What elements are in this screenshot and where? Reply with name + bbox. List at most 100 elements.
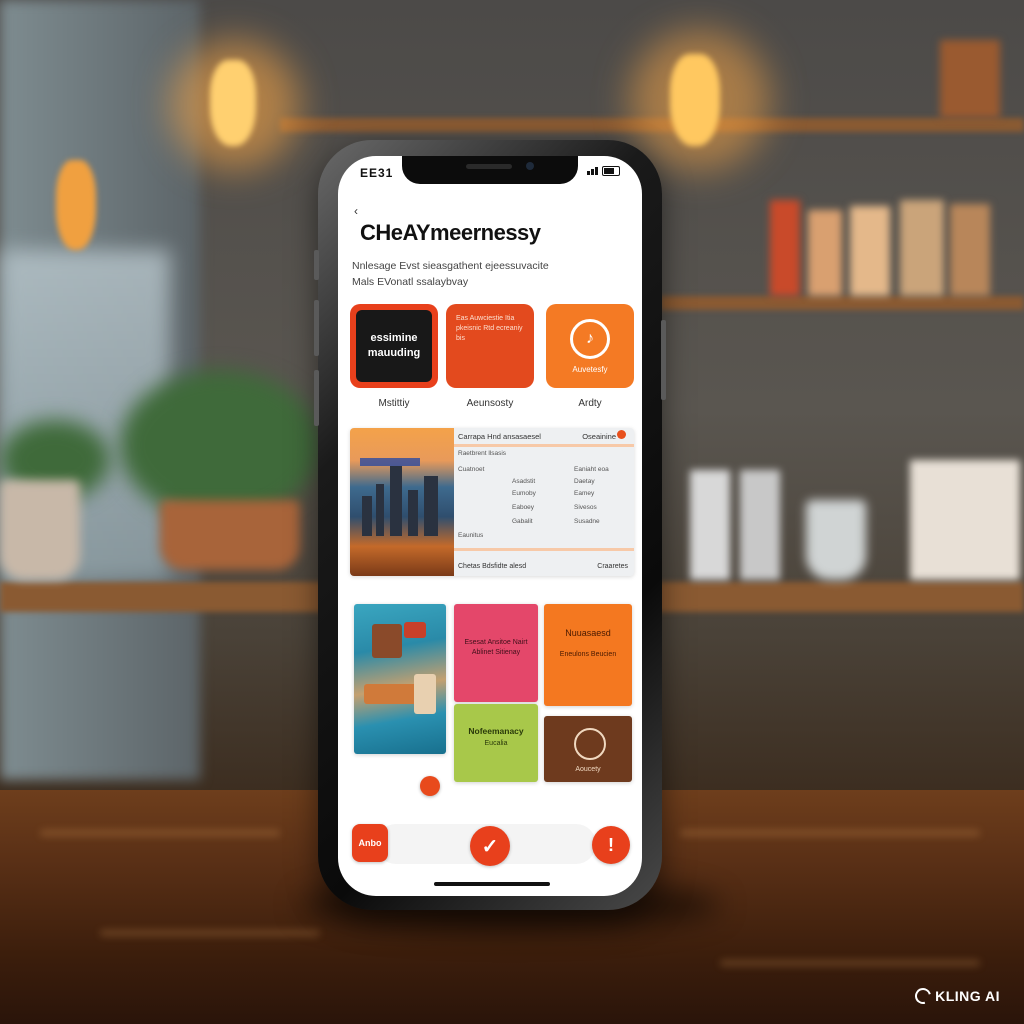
category-tile[interactable]: ♪ Auvetesfy [546,304,634,388]
category-item[interactable]: ♪ Auvetesfy Ardty [546,304,634,409]
category-tile[interactable]: essimine mauuding [350,304,438,388]
signal-icon [587,167,598,175]
background-book [850,206,890,296]
headphones-icon: ♪ [570,318,610,359]
location-pin-icon[interactable] [617,430,626,439]
smartphone: EE31 ‹ CHeAYmeernessy Nnlesage Evst siea… [314,140,666,910]
category-item[interactable]: Eas Auwciestie Itia pkeisnic Rtd ecreani… [446,304,534,409]
card-caption: Aoucety [575,766,601,773]
plant-pot [160,500,300,570]
detail-row: Susadne [574,518,600,525]
building [408,490,418,536]
lamp-bulb [670,54,720,146]
detail-row: Cuatnoet [458,466,485,473]
plant-pot [0,480,80,580]
detail-row: Raetbrent llsasis [458,450,507,457]
background-book [900,200,944,296]
photo-object [414,674,436,714]
background-book [740,470,780,580]
category-label: Ardty [578,398,602,409]
check-button[interactable]: ✓ [470,826,510,866]
category-label: Aeunsosty [466,398,514,409]
phone-screen: EE31 ‹ CHeAYmeernessy Nnlesage Evst siea… [338,156,642,896]
plant-pot [806,500,866,580]
divider [454,548,634,551]
back-icon[interactable]: ‹ [354,204,358,218]
detail-row: Daetay [574,478,595,485]
status-icons [587,166,620,176]
detail-row: Asadstit [512,478,536,485]
card-title: Nofeemanacy [468,726,524,736]
featured-card[interactable]: Carrapa Hnd ansasaesel Oseainine Raetbre… [350,428,634,576]
nav-left-button[interactable]: Anbo [352,824,388,862]
battery-icon [602,166,620,176]
mute-switch [314,250,319,280]
category-row: essimine mauuding Mstittiy Eas Auwciesti… [350,304,634,420]
background-shelf [660,296,1024,310]
record-icon [574,728,606,760]
lamp-bulb [210,60,256,146]
add-button[interactable] [420,776,440,796]
featured-header: Carrapa Hnd ansasaesel [458,432,541,441]
card-subtitle: Eucalia [484,740,508,747]
category-label: Mstittiy [378,398,410,409]
background-plant [120,370,320,520]
city-skyline-image [350,428,454,576]
building [362,496,372,536]
featured-footer-right: Craaretes [597,563,628,570]
home-indicator[interactable] [434,882,550,886]
building [376,484,384,536]
brown-card[interactable]: Aoucety [544,716,632,782]
background-book [770,200,800,296]
content-grid: Esesat Ansitoe Nairt Ablinet Sitienay No… [354,604,634,796]
card-title: Nuuasaesd [565,628,611,638]
detail-row: Gabalit [512,518,533,525]
category-tile-caption: Auvetesfy [572,364,608,374]
watermark-text: KLING AI [935,988,1000,1004]
speaker-grille [466,164,512,169]
detail-row: Eumoby [512,490,536,497]
background-book [808,210,842,296]
front-camera [526,162,534,170]
status-time: EE31 [360,166,394,180]
image-banner [360,458,420,466]
bottom-nav: Anbo ✓ ! [352,820,630,866]
page-subtitle: Nnlesage Evst sieasgathent ejeessuvacite… [352,258,632,290]
volume-down-button [314,370,319,426]
orange-card[interactable]: Nuuasaesd Eneulons Beucien [544,604,632,706]
detail-row: Eaniaht eoa [574,466,609,473]
watermark: KLING AI [912,985,1000,1007]
volume-up-button [314,300,319,356]
kling-logo-icon [912,985,935,1007]
detail-row: Eaboey [512,504,535,511]
pink-card[interactable]: Esesat Ansitoe Nairt Ablinet Sitienay [454,604,538,702]
table-grain [100,930,320,936]
background-book [950,204,990,296]
table-grain [720,960,980,966]
table-grain [680,830,980,836]
subtitle-line: Mals EVonatl ssalaybvay [352,276,469,288]
featured-footer: Chetas Bdsfidte alesd [458,563,527,570]
category-item[interactable]: essimine mauuding Mstittiy [350,304,438,409]
card-text: Esesat Ansitoe Nairt Ablinet Sitienay [464,639,528,656]
category-tile[interactable]: Eas Auwciestie Itia pkeisnic Rtd ecreani… [446,304,534,388]
page-title: CHeAYmeernessy [360,220,541,245]
detail-row: Eamey [574,490,595,497]
detail-row: Sivesos [574,504,597,511]
table-grain [40,830,280,836]
background-book [690,470,730,580]
photo-card[interactable] [354,604,446,754]
featured-header-right: Oseainine [582,432,616,441]
divider [454,444,634,447]
subtitle-line: Nnlesage Evst sieasgathent ejeessuvacite [352,260,549,272]
power-button [661,320,666,400]
lime-card[interactable]: Nofeemanacy Eucalia [454,704,538,782]
card-subtitle: Eneulons Beucien [559,651,617,658]
building [390,466,402,536]
alert-button[interactable]: ! [592,826,630,864]
category-tile-text: essimine mauuding [356,310,432,382]
lamp-bulb [56,160,96,250]
featured-details: Carrapa Hnd ansasaesel Oseainine Raetbre… [454,428,634,576]
building [424,476,438,536]
background-book [910,460,1020,580]
